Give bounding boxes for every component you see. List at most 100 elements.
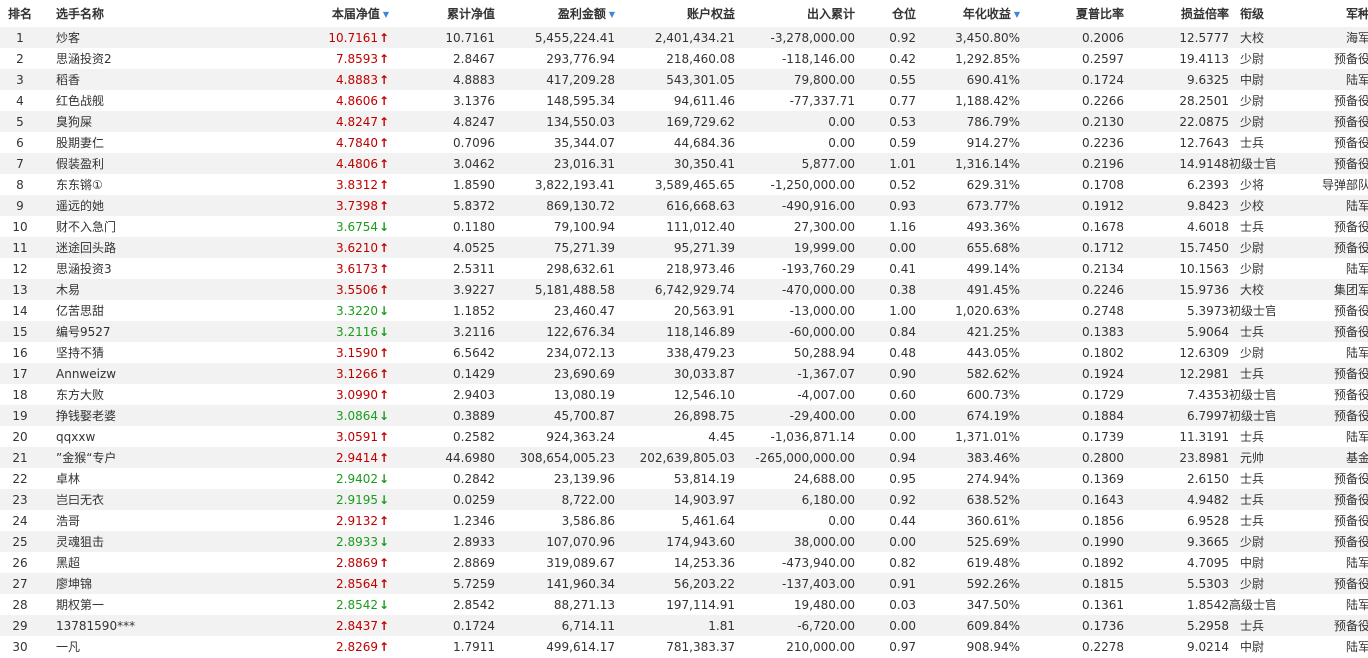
- header-annual[interactable]: 年化收益 ▼: [916, 0, 1020, 27]
- cell-name[interactable]: 臭狗屎: [40, 111, 256, 132]
- table-row[interactable]: 21 ”金猴“专户 2.9414↑ 44.6980 308,654,005.23 202,…: [0, 447, 1368, 468]
- table-row[interactable]: 14 亿苦思甜 3.3220↓ 1.1852 23,460.47 20,563.91 -13…: [0, 300, 1368, 321]
- table-row[interactable]: 2 思涵投资2 7.8593↑ 2.8467 293,776.94 218,460.08-…: [0, 48, 1368, 69]
- cell-name[interactable]: 迷途回头路: [40, 237, 256, 258]
- cell-annual: 1,188.42%: [916, 90, 1020, 111]
- table-row[interactable]: 27 廖坤锦 2.8564↑ 5.7259 141,960.34 56,203.22 -13…: [0, 573, 1368, 594]
- cell-week-nav: 2.9195↓: [256, 489, 391, 510]
- cell-name[interactable]: 挣钱娶老婆: [40, 405, 256, 426]
- table-row[interactable]: 13 木易 3.5506↑ 3.9227 5,181,488.58 6,742,929.7…: [0, 279, 1368, 300]
- table-row[interactable]: 26 黑超 2.8869↑ 2.8869 319,089.67 14,253.36 -473…: [0, 552, 1368, 573]
- cell-name[interactable]: 一凡: [40, 636, 256, 657]
- cell-profit: 23,016.31: [495, 153, 615, 174]
- cell-name[interactable]: 思涵投资2: [40, 48, 256, 69]
- cell-name[interactable]: 炒客: [40, 27, 256, 48]
- cell-profit: 122,676.34: [495, 321, 615, 342]
- table-row[interactable]: 9 遥远的她 3.7398↑ 5.8372 869,130.72 616,668.63 -4…: [0, 195, 1368, 216]
- cell-name[interactable]: 红色战舰: [40, 90, 256, 111]
- cell-annual: 491.45%: [916, 279, 1020, 300]
- cell-name[interactable]: 坚持不猜: [40, 342, 256, 363]
- header-profit[interactable]: 盈利金额 ▼: [495, 0, 615, 27]
- cell-name[interactable]: qqxxw: [40, 426, 256, 447]
- table-row[interactable]: 30 一凡 2.8269↑ 1.7911 499,614.17 781,383.37 210…: [0, 636, 1368, 657]
- cell-rank: 6: [0, 132, 40, 153]
- cell-name[interactable]: 13781590***: [40, 615, 256, 636]
- table-row[interactable]: 4 红色战舰 4.8606↑ 3.1376 148,595.34 94,611.46 -77…: [0, 90, 1368, 111]
- cell-name[interactable]: 木易: [40, 279, 256, 300]
- header-week-nav[interactable]: 本届净值 ▼: [256, 0, 391, 27]
- arrow-down-icon: ↓: [379, 534, 390, 549]
- table-row[interactable]: 10 财不入急门 3.6754↓ 0.1180 79,100.94 111,012.40 2…: [0, 216, 1368, 237]
- week-nav-value: 2.8542: [336, 597, 378, 612]
- table-row[interactable]: 6 股期妻仁 4.7840↑ 0.7096 35,344.07 44,684.36 0.00…: [0, 132, 1368, 153]
- week-nav-value: 2.8869: [336, 555, 378, 570]
- cell-equity: 3,589,465.65: [615, 174, 735, 195]
- table-row[interactable]: 20 qqxxw 3.0591↑ 0.2582 924,363.24 4.45 -1,036…: [0, 426, 1368, 447]
- table-row[interactable]: 17 Annweizw 3.1266↑ 0.1429 23,690.69 30,033.8…: [0, 363, 1368, 384]
- cell-name[interactable]: Annweizw: [40, 363, 256, 384]
- sort-down-icon[interactable]: ▼: [383, 10, 389, 19]
- table-row[interactable]: 24 浩哥 2.9132↑ 1.2346 3,586.86 5,461.64 0.00 0.4…: [0, 510, 1368, 531]
- table-row[interactable]: 15 编号9527 3.2116↓ 3.2116 122,676.34 118,146.8…: [0, 321, 1368, 342]
- cell-annual: 1,316.14%: [916, 153, 1020, 174]
- table-row[interactable]: 16 坚持不猜 3.1590↑ 6.5642 234,072.13 338,479.23 5…: [0, 342, 1368, 363]
- cell-name[interactable]: 岂曰无衣: [40, 489, 256, 510]
- cell-name[interactable]: 思涵投资3: [40, 258, 256, 279]
- cell-profit: 23,690.69: [495, 363, 615, 384]
- cell-rank: 7: [0, 153, 40, 174]
- cell-equity: 338,479.23: [615, 342, 735, 363]
- cell-name[interactable]: 廖坤锦: [40, 573, 256, 594]
- table-row[interactable]: 29 13781590*** 2.8437↑ 0.1724 6,714.11 1.81 -6…: [0, 615, 1368, 636]
- cell-name[interactable]: 稻香: [40, 69, 256, 90]
- cell-name[interactable]: 期权第一: [40, 594, 256, 615]
- table-row[interactable]: 8 东东锵① 3.8312↑ 1.8590 3,822,193.41 3,589,465.…: [0, 174, 1368, 195]
- cell-position: 0.90: [855, 363, 916, 384]
- cell-name[interactable]: 灵魂狙击: [40, 531, 256, 552]
- cell-position: 0.53: [855, 111, 916, 132]
- table-row[interactable]: 25 灵魂狙击 2.8933↓ 2.8933 107,070.96 174,943.60 3…: [0, 531, 1368, 552]
- cell-position: 0.92: [855, 489, 916, 510]
- cell-pl-ratio: 15.9736: [1124, 279, 1229, 300]
- table-row[interactable]: 22 卓林 2.9402↓ 0.2842 23,139.96 53,814.19 24,68…: [0, 468, 1368, 489]
- table-row[interactable]: 7 假装盈利 4.4806↑ 3.0462 23,016.31 30,350.41 5,87…: [0, 153, 1368, 174]
- cell-profit: 499,614.17: [495, 636, 615, 657]
- table-row[interactable]: 28 期权第一 2.8542↓ 2.8542 88,271.13 197,114.91 19…: [0, 594, 1368, 615]
- cell-name[interactable]: 遥远的她: [40, 195, 256, 216]
- cell-pl-ratio: 7.4353: [1124, 384, 1229, 405]
- sort-down-icon[interactable]: ▼: [1014, 10, 1020, 19]
- cell-cum-nav: 5.8372: [391, 195, 495, 216]
- cell-name[interactable]: 假装盈利: [40, 153, 256, 174]
- table-row[interactable]: 5 臭狗屎 4.8247↑ 4.8247 134,550.03 169,729.62 0.0…: [0, 111, 1368, 132]
- cell-week-nav: 2.9132↑: [256, 510, 391, 531]
- table-row[interactable]: 11 迷途回头路 3.6210↑ 4.0525 75,271.39 95,271.39 19…: [0, 237, 1368, 258]
- cell-rank: 3: [0, 69, 40, 90]
- cell-name[interactable]: 黑超: [40, 552, 256, 573]
- cell-name[interactable]: 浩哥: [40, 510, 256, 531]
- cell-sharpe: 0.1884: [1020, 405, 1124, 426]
- cell-equity: 14,903.97: [615, 489, 735, 510]
- cell-name[interactable]: ”金猴“专户: [40, 447, 256, 468]
- cell-week-nav: 3.8312↑: [256, 174, 391, 195]
- cell-name[interactable]: 亿苦思甜: [40, 300, 256, 321]
- cell-week-nav: 3.7398↑: [256, 195, 391, 216]
- arrow-up-icon: ↑: [379, 555, 390, 570]
- cell-name[interactable]: 财不入急门: [40, 216, 256, 237]
- table-row[interactable]: 18 东方大败 3.0990↑ 2.9403 13,080.19 12,546.10 -4,…: [0, 384, 1368, 405]
- cell-name[interactable]: 股期妻仁: [40, 132, 256, 153]
- table-row[interactable]: 3 稻香 4.8883↑ 4.8883 417,209.28 543,301.05 79,8…: [0, 69, 1368, 90]
- cell-name[interactable]: 编号9527: [40, 321, 256, 342]
- cell-name[interactable]: 卓林: [40, 468, 256, 489]
- cell-cum-nav: 0.1180: [391, 216, 495, 237]
- cell-rank: 17: [0, 363, 40, 384]
- table-row[interactable]: 19 挣钱娶老婆 3.0864↓ 0.3889 45,700.87 26,898.75 -2…: [0, 405, 1368, 426]
- table-row[interactable]: 23 岂曰无衣 2.9195↓ 0.0259 8,722.00 14,903.97 6,18…: [0, 489, 1368, 510]
- cell-name[interactable]: 东方大败: [40, 384, 256, 405]
- cell-name[interactable]: 东东锵①: [40, 174, 256, 195]
- cell-position: 0.38: [855, 279, 916, 300]
- cell-position: 1.16: [855, 216, 916, 237]
- sort-down-icon[interactable]: ▼: [609, 10, 615, 19]
- arrow-up-icon: ↑: [379, 93, 390, 108]
- table-row[interactable]: 1 炒客 10.7161↑ 10.7161 5,455,224.41 2,401,434.…: [0, 27, 1368, 48]
- table-row[interactable]: 12 思涵投资3 3.6173↑ 2.5311 298,632.61 218,973.46…: [0, 258, 1368, 279]
- cell-position: 0.00: [855, 405, 916, 426]
